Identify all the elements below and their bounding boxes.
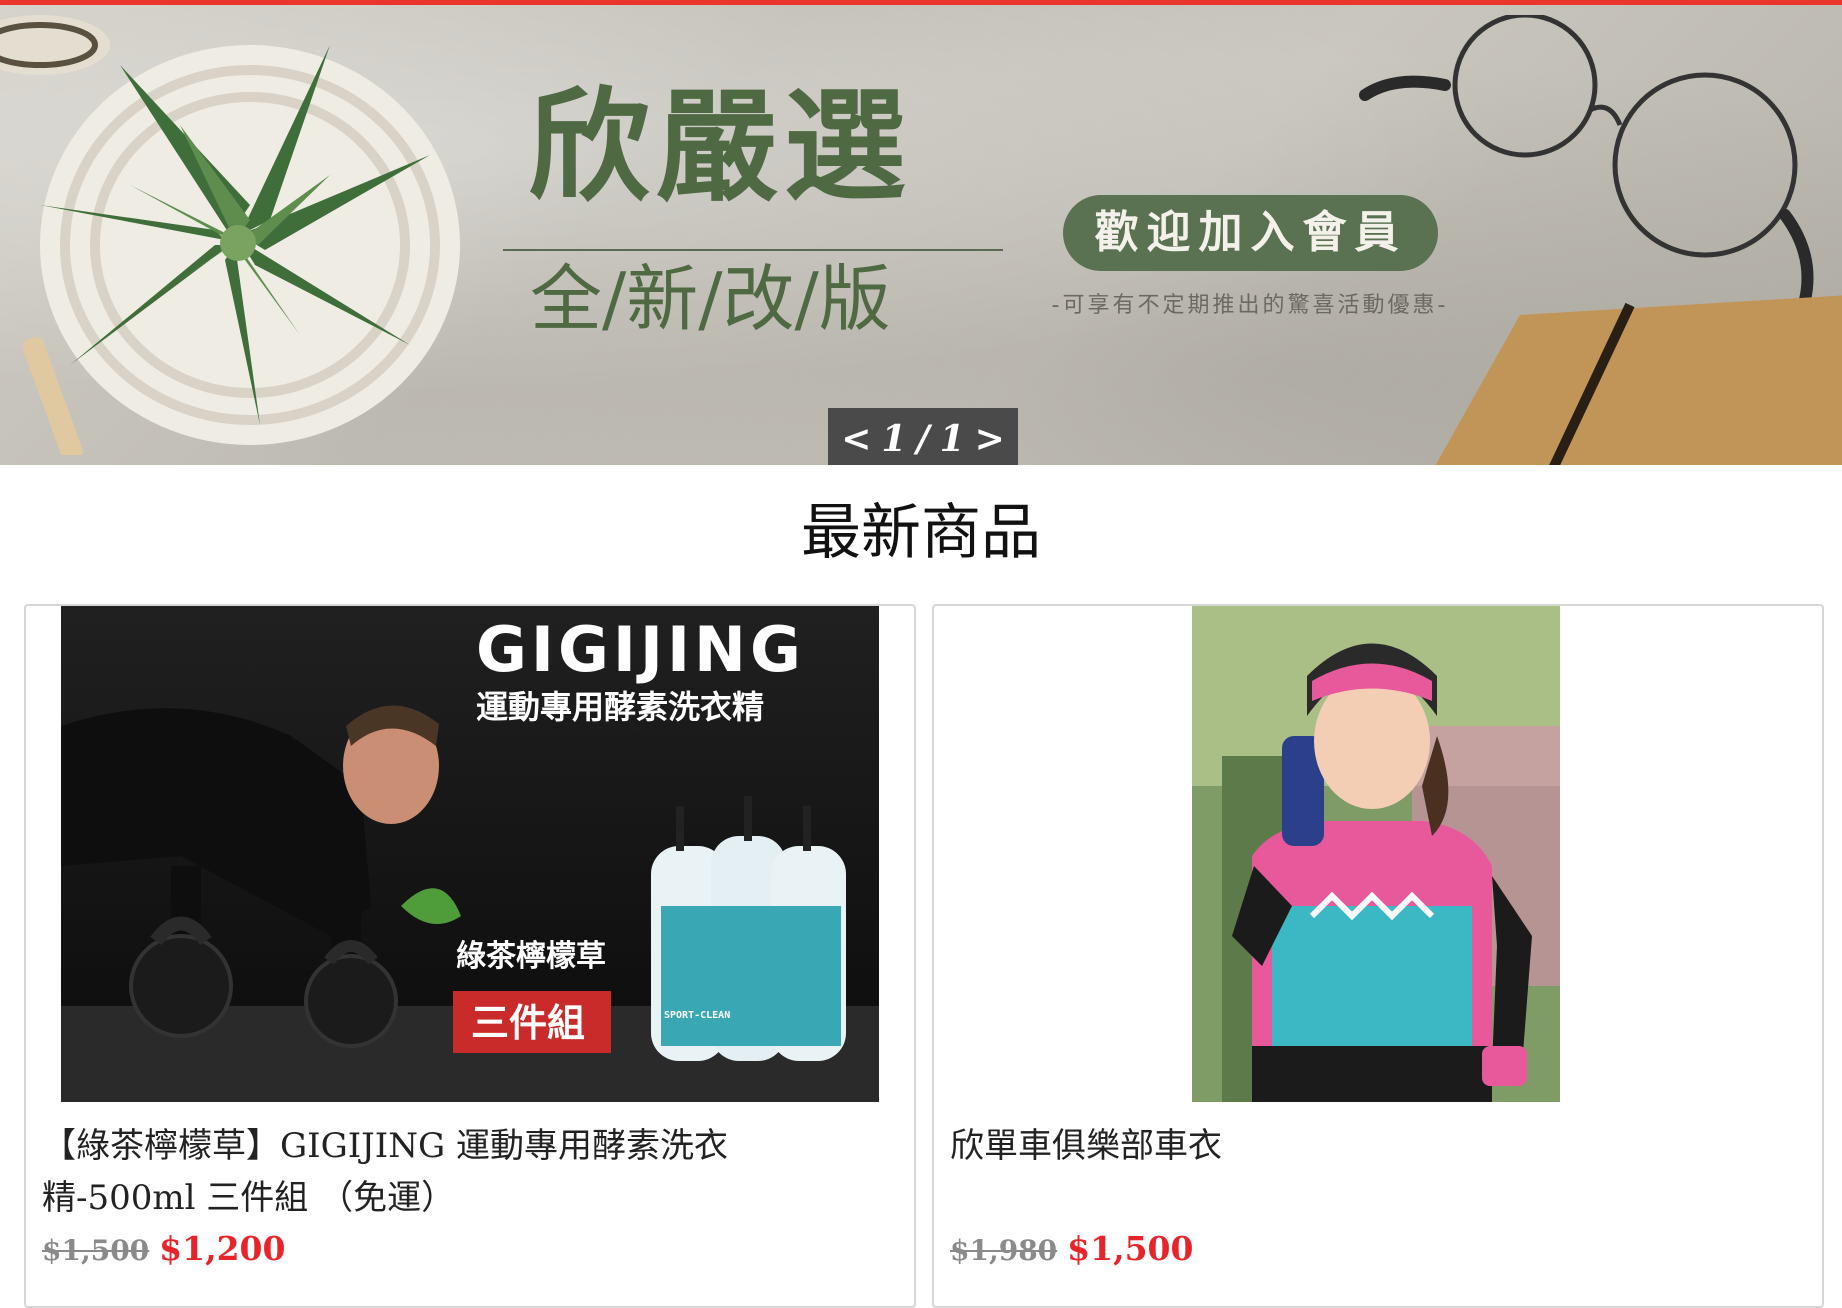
product-name[interactable]: 【綠茶檸檬草】GIGIJING 運動專用酵素洗衣精-500ml 三件組 （免運）	[42, 1120, 802, 1224]
product-name[interactable]: 欣單車俱樂部車衣	[950, 1120, 1710, 1172]
banner-divider	[503, 249, 1003, 251]
pager-current: 1	[881, 418, 907, 460]
pager-total: 1	[939, 418, 965, 460]
product-image[interactable]	[1192, 606, 1560, 1102]
banner-subtitle: 全/新/改/版	[530, 257, 891, 341]
cycling-jersey-photo	[1192, 606, 1560, 1102]
sale-price: $1,500	[1067, 1229, 1194, 1268]
hero-banner[interactable]: 欣嚴選 全/新/改/版 歡迎加入會員 -可享有不定期推出的驚喜活動優惠- < 1…	[0, 5, 1842, 465]
prev-slide-button[interactable]: <	[841, 418, 871, 460]
sale-price: $1,200	[159, 1229, 286, 1268]
banner-member-badge: 歡迎加入會員	[1063, 195, 1438, 271]
next-slide-button[interactable]: >	[975, 418, 1005, 460]
original-price: $1,980	[950, 1234, 1058, 1267]
pager-separator: /	[916, 418, 930, 460]
product-image-bottle-label: SPORT-CLEAN	[664, 1010, 730, 1021]
product-image-headline: 運動專用酵素洗衣精	[476, 688, 764, 726]
banner-note: -可享有不定期推出的驚喜活動優惠-	[1051, 293, 1449, 318]
product-image-brand: GIGIJING	[476, 613, 805, 686]
glasses-image	[1359, 15, 1814, 306]
original-price: $1,500	[42, 1234, 150, 1267]
banner-title: 欣嚴選	[528, 74, 912, 218]
product-price: $1,980 $1,500	[950, 1232, 1193, 1265]
laundry-product-photo: GIGIJING 運動專用酵素洗衣精 綠茶檸檬草 三件組 SPORT-CLEAN	[61, 606, 879, 1102]
pen-image	[22, 336, 83, 455]
product-card[interactable]: 欣單車俱樂部車衣 $1,980 $1,500	[932, 604, 1824, 1308]
product-image[interactable]: GIGIJING 運動專用酵素洗衣精 綠茶檸檬草 三件組 SPORT-CLEAN	[61, 606, 879, 1102]
product-image-flavor: 綠茶檸檬草	[456, 939, 606, 974]
product-price: $1,500 $1,200	[42, 1232, 285, 1265]
notebook-image	[1435, 295, 1842, 465]
product-image-set: 三件組	[471, 1001, 585, 1045]
section-title: 最新商品	[801, 498, 1041, 568]
banner-pager: < 1 / 1 >	[828, 408, 1018, 465]
product-card[interactable]: GIGIJING 運動專用酵素洗衣精 綠茶檸檬草 三件組 SPORT-CLEAN…	[24, 604, 916, 1308]
